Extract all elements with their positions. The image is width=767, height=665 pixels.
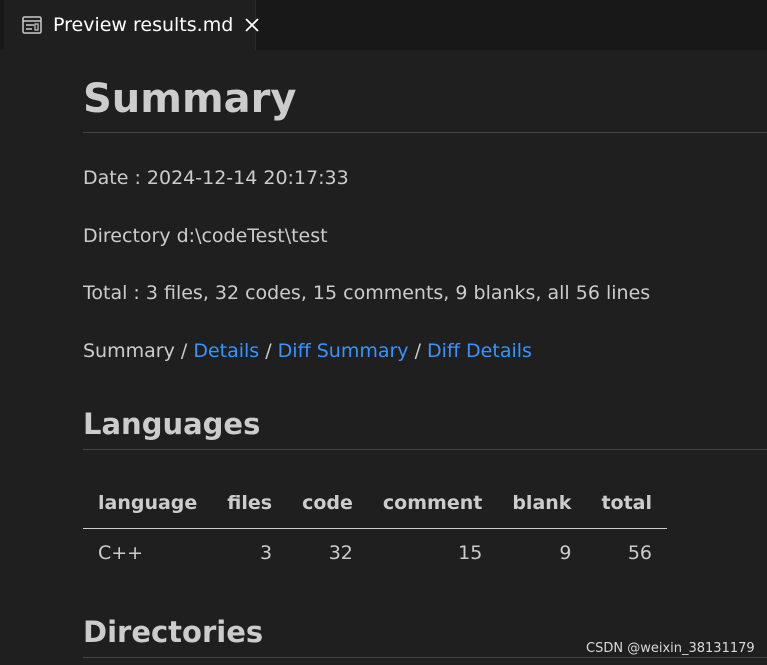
nav-separator: / — [174, 340, 194, 362]
languages-table: language files code comment blank total … — [83, 478, 667, 578]
column-header: total — [586, 478, 667, 529]
directory-text: Directory d:\codeTest\test — [83, 225, 328, 247]
close-icon[interactable] — [244, 15, 260, 35]
column-header: code — [287, 478, 368, 529]
table-cell: 56 — [627, 542, 652, 565]
page-title: Summary — [83, 76, 767, 133]
table-cell: C++ — [98, 542, 144, 565]
total-text: Total : 3 files, 32 codes, 15 comments, … — [83, 282, 651, 304]
column-header: files — [212, 478, 288, 529]
table-cell: 9 — [559, 542, 572, 565]
nav-separator: / — [259, 340, 278, 362]
tab-preview-results[interactable]: Preview results.md — [4, 0, 259, 50]
markdown-preview[interactable]: Summary Date : 2024-12-14 20:17:33 Direc… — [4, 50, 767, 665]
nav-separator: / — [408, 340, 428, 362]
languages-heading: Languages — [83, 407, 767, 450]
diff-details-link[interactable]: Diff Details — [427, 340, 532, 362]
column-header: language — [83, 478, 213, 529]
date-text: Date : 2024-12-14 20:17:33 — [83, 167, 349, 189]
nav-current: Summary — [83, 340, 175, 362]
tab-bar: Preview results.md — [0, 0, 767, 50]
table-cell: 15 — [458, 542, 483, 565]
details-link[interactable]: Details — [193, 340, 259, 362]
table-row: C++ 3 32 15 9 56 — [83, 528, 667, 578]
column-header: comment — [367, 478, 498, 529]
column-header: blank — [497, 478, 587, 529]
watermark: CSDN @weixin_38131179 — [586, 641, 755, 656]
preview-icon — [22, 15, 42, 35]
diff-summary-link[interactable]: Diff Summary — [278, 340, 409, 362]
table-cell: 3 — [260, 542, 273, 565]
nav-links: Summary / Details / Diff Summary / Diff … — [83, 340, 532, 362]
tab-title: Preview results.md — [53, 14, 234, 36]
table-cell: 32 — [328, 542, 353, 565]
table-header-row: language files code comment blank total — [83, 478, 667, 529]
